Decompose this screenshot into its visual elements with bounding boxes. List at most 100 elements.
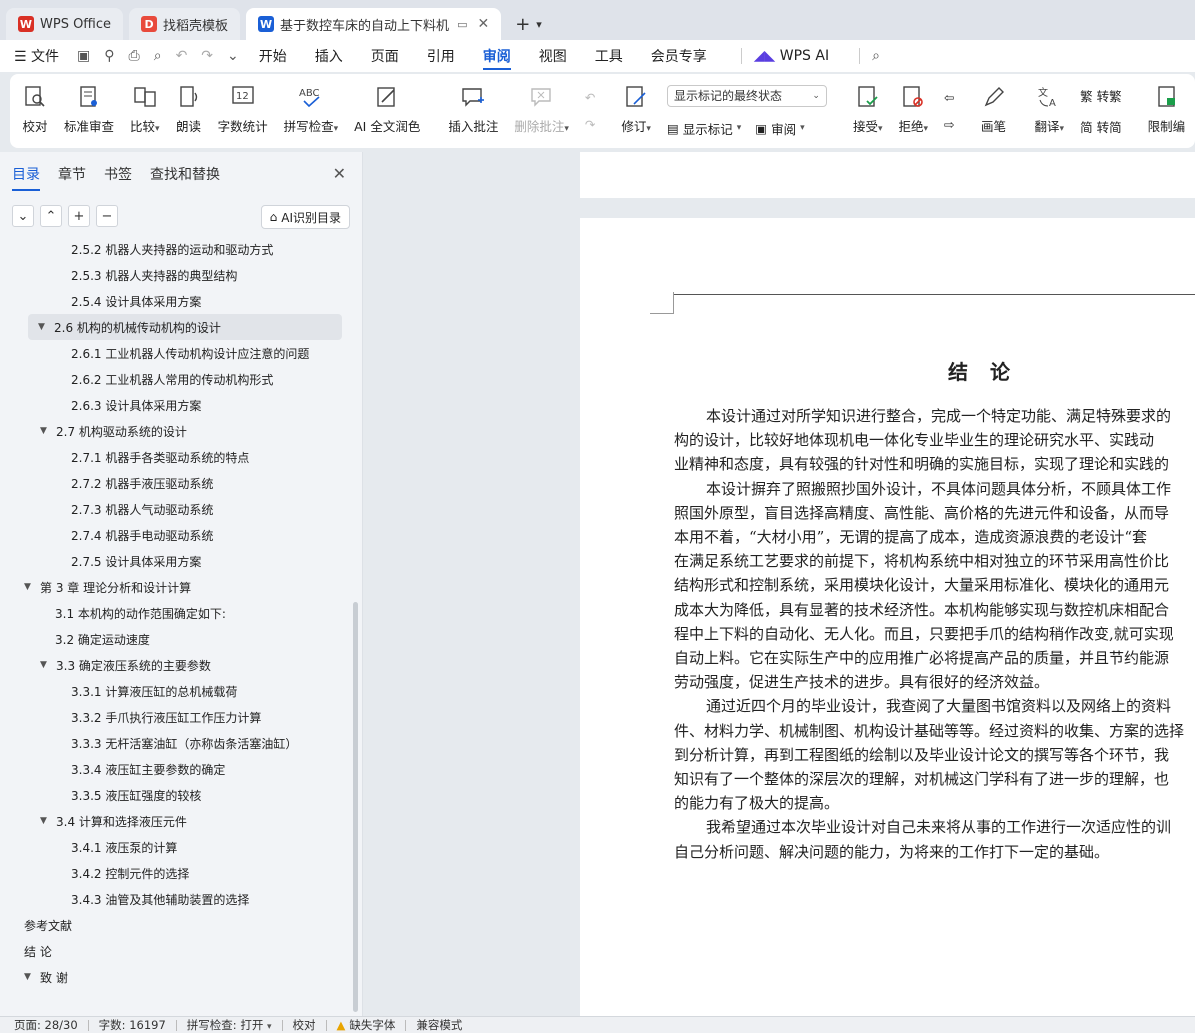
toc-item[interactable]: 2.5.4 设计具体采用方案 [0,288,354,314]
nav-tab-toc[interactable]: 目录 [12,164,40,191]
print-preview-icon[interactable]: ⌕ [154,48,162,64]
spell-check-button[interactable]: ABC 拼写检查▾ [284,74,339,148]
toc-item[interactable]: 3.3.5 液压缸强度的较核 [0,782,354,808]
prev-change-icon[interactable]: ⇦ [944,90,954,105]
toc-item[interactable]: 2.7.3 机器人气动驱动系统 [0,496,354,522]
expand-up-icon[interactable]: ⌃ [40,205,62,227]
document-page[interactable]: 结论 本设计通过对所学知识进行整合，完成一个特定功能、满足特殊要求的 构的设计，比… [580,218,1195,1016]
toc-item[interactable]: ▼ 第 3 章 理论分析和设计计算 [0,574,354,600]
tab-templates[interactable]: D 找稻壳模板 [129,8,241,40]
tab-view[interactable]: 视图 [539,40,567,72]
spell-check-status[interactable]: 拼写检查: 打开 ▾ [187,1017,272,1033]
review-pane-button[interactable]: ▣ 审阅 ▾ [755,119,804,138]
chevron-down-icon[interactable]: ▾ [536,18,542,31]
toc-item[interactable]: 2.5.3 机器人夹持器的典型结构 [0,262,354,288]
close-tab-icon[interactable]: ✕ [477,16,489,32]
tab-review[interactable]: 审阅 [482,40,511,72]
nav-tab-bookmark[interactable]: 书签 [104,164,132,184]
share-icon[interactable]: ⚲ [104,48,114,64]
close-pane-icon[interactable]: ✕ [333,164,346,183]
compare-button[interactable]: 比较▾ [130,74,160,148]
toc-item[interactable]: ▼ 致 谢 [0,964,354,990]
wps-ai-button[interactable]: ◢◣ WPS AI [754,48,829,64]
tab-reference[interactable]: 引用 [427,40,455,72]
toc-item[interactable]: 3.3.1 计算液压缸的总机械载荷 [0,678,354,704]
toc-item[interactable]: 参考文献 [0,912,354,938]
search-icon[interactable]: ⌕ [872,48,880,64]
toc-item[interactable]: 3.4.1 液压泵的计算 [0,834,354,860]
show-markup-button[interactable]: ▤ 显示标记 ▾ [667,119,741,138]
ai-toc-button[interactable]: ⌂ AI识别目录 [260,205,350,229]
toc-item[interactable]: 2.7.2 机器手液压驱动系统 [0,470,354,496]
document-body[interactable]: 本设计通过对所学知识进行整合，完成一个特定功能、满足特殊要求的 构的设计，比较好地… [674,404,1195,864]
reject-button[interactable]: 拒绝▾ [898,74,928,148]
monitor-icon[interactable]: ▭ [457,18,467,31]
toc-item[interactable]: 2.6.2 工业机器人常用的传动机构形式 [0,366,354,392]
toc-item[interactable]: 2.5.2 机器人夹持器的运动和驱动方式 [0,242,354,262]
expand-arrow-icon[interactable]: ▼ [38,322,50,332]
delete-comment-button[interactable]: 删除批注▾ [514,74,569,148]
toc-item[interactable]: 3.3.2 手爪执行液压缸工作压力计算 [0,704,354,730]
to-simplified-button[interactable]: 简转简 [1080,117,1122,136]
new-tab-button[interactable]: + ▾ [507,8,550,40]
toc-item[interactable]: ▼ 2.6 机构的机械传动机构的设计 [28,314,342,340]
remove-heading-icon[interactable]: − [96,205,118,227]
toc-item[interactable]: 3.3.3 无杆活塞油缸（亦称齿条活塞油缸） [0,730,354,756]
expand-arrow-icon[interactable]: ▼ [40,660,52,670]
page-indicator[interactable]: 页面: 28/30 [14,1017,78,1033]
to-traditional-button[interactable]: 繁转繁 [1080,86,1122,105]
missing-font-status[interactable]: ▲ 缺失字体 [337,1017,396,1033]
next-change-icon[interactable]: ⇨ [944,117,954,132]
ai-polish-button[interactable]: AI 全文润色 [354,74,420,148]
toc-item[interactable]: 2.7.1 机器手各类驱动系统的特点 [0,444,354,470]
toc-item[interactable]: ▼ 2.7 机构驱动系统的设计 [0,418,354,444]
std-review-button[interactable]: 标准审查 [64,74,114,148]
tab-wps-office[interactable]: W WPS Office [6,8,124,40]
expand-arrow-icon[interactable]: ▼ [40,426,52,436]
toc-item[interactable]: 2.7.5 设计具体采用方案 [0,548,354,574]
toc-item[interactable]: 结 论 [0,938,354,964]
collapse-down-icon[interactable]: ⌄ [12,205,34,227]
expand-arrow-icon[interactable]: ▼ [40,816,52,826]
proof-button[interactable]: 校对 [22,74,48,148]
toc-item[interactable]: 3.3.4 液压缸主要参数的确定 [0,756,354,782]
track-changes-button[interactable]: 修订▾ [621,74,651,148]
undo-icon[interactable]: ↶ [176,48,188,64]
print-icon[interactable]: ⎙ [129,48,140,64]
toc-item[interactable]: 3.4.3 油管及其他辅助装置的选择 [0,886,354,912]
nav-tab-find-replace[interactable]: 查找和替换 [150,164,220,184]
add-heading-icon[interactable]: + [68,205,90,227]
save-icon[interactable]: ▣ [77,48,90,64]
toc-item[interactable]: 2.6.1 工业机器人传动机构设计应注意的问题 [0,340,354,366]
insert-comment-button[interactable]: 插入批注 [448,74,498,148]
tab-page[interactable]: 页面 [371,40,399,72]
nav-tab-chapter[interactable]: 章节 [58,164,86,184]
toc-scrollbar[interactable] [353,602,358,1012]
pen-button[interactable]: 画笔 [981,74,1007,148]
more-chevron-icon[interactable]: ⌄ [227,48,239,64]
toc-item[interactable]: 2.6.3 设计具体采用方案 [0,392,354,418]
word-count-button[interactable]: 12 字数统计 [218,74,268,148]
prev-comment-icon[interactable]: ↶ [585,90,595,105]
read-aloud-button[interactable]: 朗读 [176,74,202,148]
tab-tools[interactable]: 工具 [595,40,623,72]
display-mode-select[interactable]: 显示标记的最终状态 ⌄ [666,84,827,107]
toc-item[interactable]: 3.4.2 控制元件的选择 [0,860,354,886]
toc-item[interactable]: 3.2 确定运动速度 [0,626,354,652]
file-menu[interactable]: ☰ 文件 [14,46,59,66]
translate-button[interactable]: 文A 翻译▾ [1035,74,1065,148]
redo-icon[interactable]: ↷ [201,48,213,64]
expand-arrow-icon[interactable]: ▼ [24,582,36,592]
tab-insert[interactable]: 插入 [315,40,343,72]
next-comment-icon[interactable]: ↷ [585,117,595,132]
proof-status[interactable]: 校对 [293,1017,316,1033]
toc-item[interactable]: 2.7.4 机器手电动驱动系统 [0,522,354,548]
tab-document[interactable]: W 基于数控车床的自动上下料机 ▭ ✕ [246,8,502,40]
toc-item[interactable]: ▼ 3.3 确定液压系统的主要参数 [0,652,354,678]
toc-item[interactable]: ▼ 3.4 计算和选择液压元件 [0,808,354,834]
tab-home[interactable]: 开始 [259,40,287,72]
expand-arrow-icon[interactable]: ▼ [24,972,36,982]
word-count-indicator[interactable]: 字数: 16197 [99,1017,166,1033]
toc-item[interactable]: 3.1 本机构的动作范围确定如下: [0,600,354,626]
restrict-edit-button[interactable]: 限制编 [1148,74,1185,148]
